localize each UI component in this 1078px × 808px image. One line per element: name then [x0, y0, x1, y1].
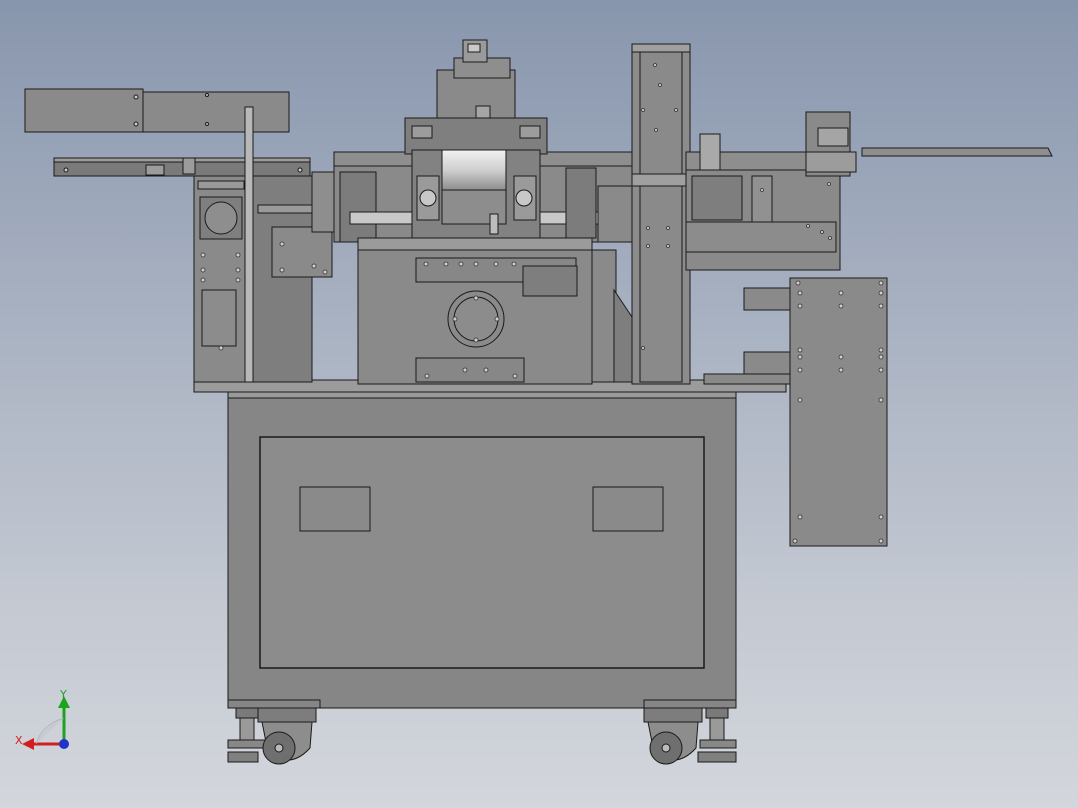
press-roller-assembly[interactable]: [411, 149, 541, 239]
left-rail[interactable]: [53, 157, 311, 177]
cabinet-handle-right: [592, 486, 664, 532]
right-output-chute: [861, 147, 1053, 157]
column-clamp: [631, 173, 687, 187]
machine-model[interactable]: [0, 0, 1078, 808]
cad-viewport[interactable]: Y X: [0, 0, 1078, 808]
axis-x-label: X: [15, 734, 23, 747]
press-head[interactable]: [404, 39, 548, 155]
caster-right: [643, 707, 737, 765]
caster-left: [227, 707, 317, 765]
cabinet-handle-left: [299, 486, 371, 532]
base-cabinet[interactable]: [227, 389, 737, 709]
vertical-guide-rod: [244, 106, 254, 383]
press-base[interactable]: [357, 237, 635, 385]
vertical-column[interactable]: [631, 43, 691, 385]
cabinet-door-panel: [259, 436, 705, 669]
axis-triad-icon[interactable]: [12, 688, 82, 758]
right-feeder[interactable]: [685, 111, 857, 271]
axis-y-label: Y: [60, 688, 67, 701]
left-frame-column[interactable]: [193, 175, 319, 383]
